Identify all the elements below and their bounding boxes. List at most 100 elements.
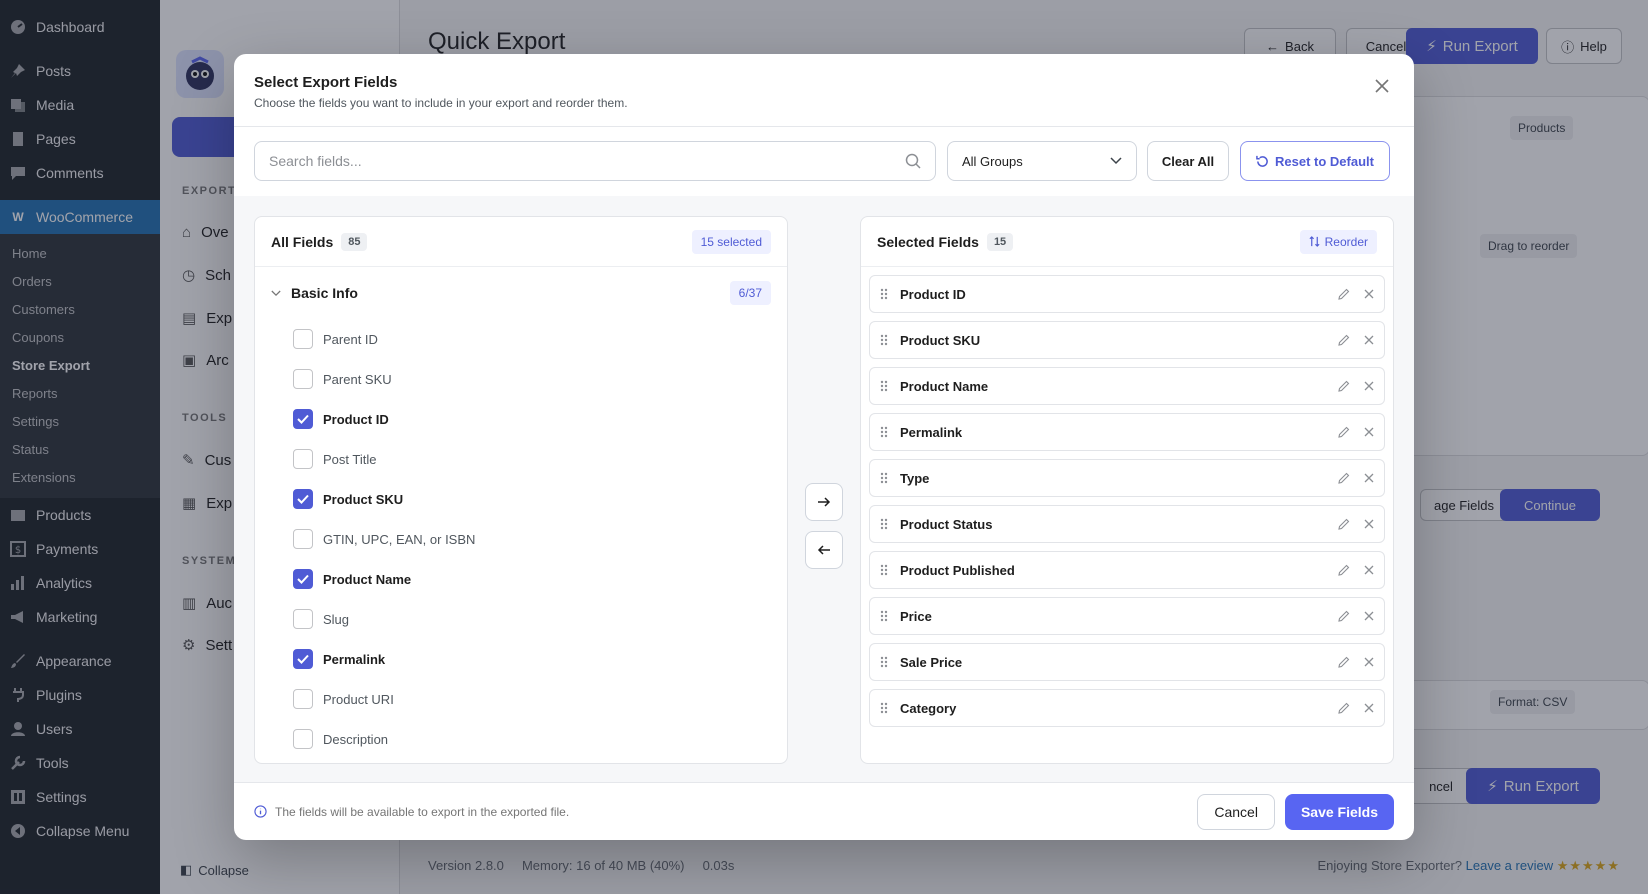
remove-icon[interactable] <box>1364 611 1374 621</box>
clear-all-label: Clear All <box>1161 153 1215 169</box>
group-name: Basic Info <box>291 285 358 301</box>
selected-field-label: Product Published <box>900 562 1015 578</box>
selected-field-label: Product Name <box>900 378 989 394</box>
all-fields-panel: All Fields 85 15 selected Basic Info 6/3… <box>254 216 788 764</box>
selected-fields-count: 15 <box>986 232 1014 251</box>
select-fields-modal: Select Export Fields Choose the fields y… <box>234 54 1414 840</box>
edit-icon[interactable] <box>1338 656 1350 668</box>
selected-fields-panel: Selected Fields 15 Reorder Product ID Pro… <box>860 216 1394 764</box>
field-row[interactable]: Parent ID <box>255 319 787 359</box>
field-row[interactable]: Product SKU <box>255 479 787 519</box>
field-row[interactable]: Description <box>255 719 787 759</box>
edit-icon[interactable] <box>1338 426 1350 438</box>
checkbox[interactable] <box>293 609 313 629</box>
edit-icon[interactable] <box>1338 380 1350 392</box>
all-fields-title: All Fields <box>271 233 334 250</box>
checkbox-checked[interactable] <box>293 489 313 509</box>
edit-icon[interactable] <box>1338 288 1350 300</box>
remove-icon[interactable] <box>1364 565 1374 575</box>
edit-icon[interactable] <box>1338 702 1350 714</box>
remove-icon[interactable] <box>1364 473 1374 483</box>
field-label: Description <box>323 731 389 747</box>
remove-from-selected-button[interactable] <box>805 531 843 569</box>
edit-icon[interactable] <box>1338 564 1350 576</box>
selected-field-row[interactable]: Category <box>869 689 1385 727</box>
edit-icon[interactable] <box>1338 472 1350 484</box>
field-label: Parent SKU <box>323 371 392 387</box>
selected-field-row[interactable]: Product Status <box>869 505 1385 543</box>
modal-body: All Fields 85 15 selected Basic Info 6/3… <box>234 196 1414 782</box>
modal-cancel-button[interactable]: Cancel <box>1197 793 1275 830</box>
edit-icon[interactable] <box>1338 518 1350 530</box>
drag-handle-icon[interactable] <box>880 518 888 530</box>
clear-all-button[interactable]: Clear All <box>1147 141 1229 181</box>
drag-handle-icon[interactable] <box>880 472 888 484</box>
drag-handle-icon[interactable] <box>880 610 888 622</box>
search-icon <box>905 153 921 169</box>
field-row[interactable]: Slug <box>255 599 787 639</box>
drag-handle-icon[interactable] <box>880 334 888 346</box>
drag-handle-icon[interactable] <box>880 564 888 576</box>
modal-footer: The fields will be available to export i… <box>234 782 1414 840</box>
selected-field-row[interactable]: Product ID <box>869 275 1385 313</box>
close-button[interactable] <box>1370 74 1394 98</box>
selected-field-row[interactable]: Product Published <box>869 551 1385 589</box>
group-select[interactable]: All Groups <box>947 141 1137 181</box>
info-icon <box>254 805 267 818</box>
checkbox[interactable] <box>293 529 313 549</box>
selected-field-label: Product Status <box>900 516 993 532</box>
checkbox[interactable] <box>293 729 313 749</box>
save-fields-button[interactable]: Save Fields <box>1284 793 1394 830</box>
remove-icon[interactable] <box>1364 703 1374 713</box>
field-row[interactable]: GTIN, UPC, EAN, or ISBN <box>255 519 787 559</box>
field-row[interactable]: Parent SKU <box>255 359 787 399</box>
selected-field-row[interactable]: Product SKU <box>869 321 1385 359</box>
remove-icon[interactable] <box>1364 289 1374 299</box>
reset-default-label: Reset to Default <box>1275 153 1374 169</box>
remove-icon[interactable] <box>1364 381 1374 391</box>
drag-handle-icon[interactable] <box>880 380 888 392</box>
checkbox[interactable] <box>293 689 313 709</box>
remove-icon[interactable] <box>1364 657 1374 667</box>
field-row[interactable]: Product ID <box>255 399 787 439</box>
checkbox-checked[interactable] <box>293 649 313 669</box>
remove-icon[interactable] <box>1364 519 1374 529</box>
reorder-button[interactable]: Reorder <box>1299 229 1377 254</box>
field-row[interactable]: Post Title <box>255 439 787 479</box>
field-row[interactable]: Product URI <box>255 679 787 719</box>
selected-field-row[interactable]: Permalink <box>869 413 1385 451</box>
drag-handle-icon[interactable] <box>880 288 888 300</box>
field-label: Parent ID <box>323 331 378 347</box>
field-label: Product SKU <box>323 491 404 507</box>
selected-field-row[interactable]: Price <box>869 597 1385 635</box>
search-field[interactable] <box>254 141 936 181</box>
remove-icon[interactable] <box>1364 335 1374 345</box>
checkbox[interactable] <box>293 449 313 469</box>
selected-field-label: Sale Price <box>900 654 963 670</box>
selected-field-row[interactable]: Type <box>869 459 1385 497</box>
group-header-basic-info[interactable]: Basic Info 6/37 <box>255 267 787 319</box>
drag-handle-icon[interactable] <box>880 426 888 438</box>
checkbox-checked[interactable] <box>293 409 313 429</box>
drag-handle-icon[interactable] <box>880 702 888 714</box>
selected-fields-header: Selected Fields 15 Reorder <box>861 217 1393 267</box>
checkbox[interactable] <box>293 369 313 389</box>
remove-icon[interactable] <box>1364 427 1374 437</box>
reset-icon <box>1256 155 1268 167</box>
reset-default-button[interactable]: Reset to Default <box>1240 141 1390 181</box>
add-to-selected-button[interactable] <box>805 483 843 521</box>
checkmark-icon <box>297 414 309 424</box>
field-row[interactable]: Permalink <box>255 639 787 679</box>
checkbox-checked[interactable] <box>293 569 313 589</box>
drag-handle-icon[interactable] <box>880 656 888 668</box>
search-input[interactable] <box>269 153 905 169</box>
selected-field-label: Permalink <box>900 424 963 440</box>
field-row[interactable]: Product Name <box>255 559 787 599</box>
edit-icon[interactable] <box>1338 610 1350 622</box>
selected-field-row[interactable]: Sale Price <box>869 643 1385 681</box>
checkbox[interactable] <box>293 329 313 349</box>
modal-toolbar: All Groups Clear All Reset to Default <box>234 127 1414 196</box>
selected-field-row[interactable]: Product Name <box>869 367 1385 405</box>
selected-field-label: Product SKU <box>900 332 981 348</box>
edit-icon[interactable] <box>1338 334 1350 346</box>
